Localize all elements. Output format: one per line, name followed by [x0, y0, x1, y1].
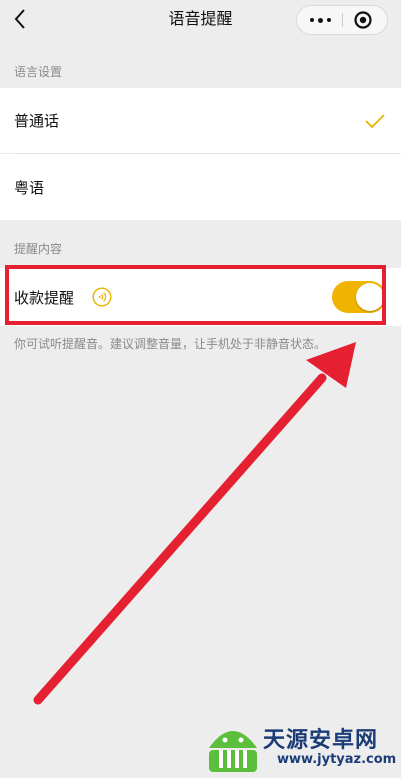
watermark-name: 天源安卓网 — [263, 728, 379, 753]
language-option-mandarin[interactable]: 普通话 — [0, 88, 401, 153]
capsule-divider — [342, 13, 343, 27]
watermark-url: www.jytyaz.com — [277, 752, 397, 767]
android-logo-icon — [205, 720, 261, 774]
annotation-highlight-box — [5, 265, 386, 325]
section-label-content: 提醒内容 — [14, 242, 63, 256]
option-label: 粤语 — [14, 179, 45, 197]
checkmark-icon — [364, 113, 386, 129]
navigation-bar: 语音提醒 — [0, 0, 401, 40]
mini-program-capsule — [296, 5, 388, 35]
hint-text: 你可试听提醒音。建议调整音量，让手机处于非静音状态。 — [14, 337, 327, 351]
language-option-cantonese[interactable]: 粤语 — [0, 154, 401, 220]
section-label-language: 语言设置 — [14, 65, 63, 79]
target-close-icon[interactable] — [353, 10, 373, 30]
watermark: 天源安卓网 www.jytyaz.com — [205, 718, 401, 778]
option-label: 普通话 — [14, 112, 60, 130]
more-dots-icon[interactable] — [297, 6, 343, 34]
